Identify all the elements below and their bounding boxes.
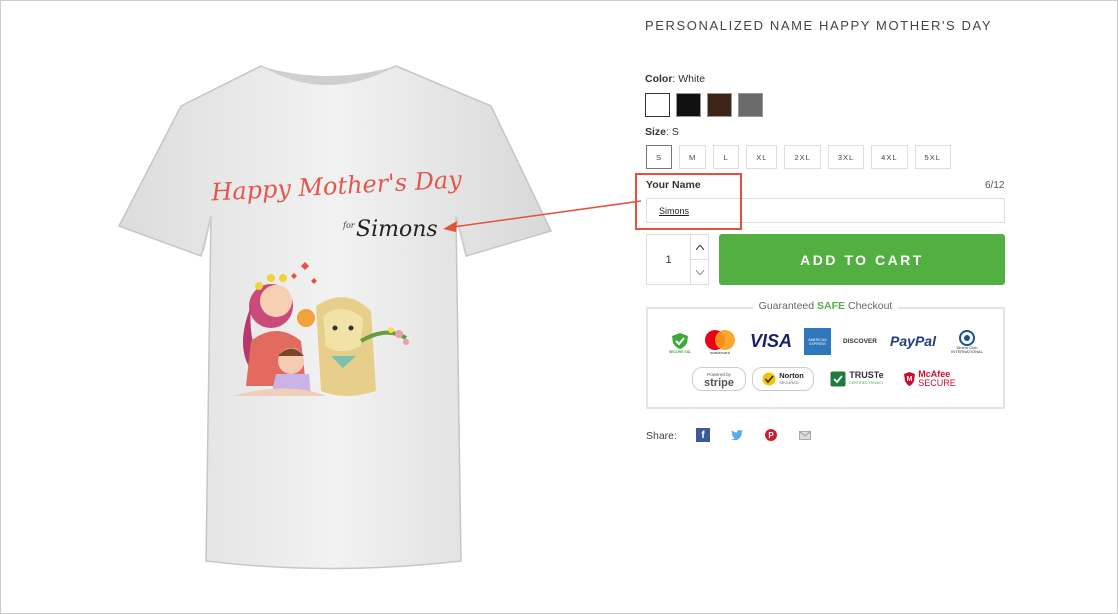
size-selected: S (671, 126, 679, 138)
paypal-icon: PayPal (890, 333, 936, 349)
size-label: Size: S (645, 126, 679, 138)
mastercard-icon: mastercard (702, 327, 738, 357)
size-option-3xl[interactable]: 3XL (827, 145, 865, 169)
size-options: S M L XL 2XL 3XL 4XL 5XL (646, 145, 951, 169)
name-char-count: 6/12 (985, 180, 1005, 191)
quantity-value[interactable]: 1 (647, 235, 691, 284)
mcafee-sub-text: SECURE (918, 378, 956, 388)
norton-sub-text: SECURED (779, 380, 799, 385)
shirt-text-name: Simons (356, 217, 438, 242)
size-option-s[interactable]: S (646, 145, 673, 169)
diners-club-text: Diners Club INTERNATIONAL (951, 344, 983, 354)
discover-icon: DISCOVER (843, 338, 877, 345)
size-option-xl[interactable]: XL (746, 145, 778, 169)
secure-ssl-text: SECURE SSL (668, 350, 692, 354)
safe-title-pre: Guaranteed (758, 300, 818, 312)
add-to-cart-button[interactable]: ADD TO CART (719, 234, 1005, 285)
safe-title-safe: SAFE (817, 300, 846, 312)
norton-icon: Norton SECURED (752, 367, 814, 391)
color-label: Color: White (645, 73, 706, 85)
size-option-m[interactable]: M (679, 145, 707, 169)
product-image: Happy Mother's Day for Simons (111, 56, 561, 576)
mastercard-text: mastercard (709, 349, 730, 355)
color-swatch-brown[interactable] (707, 93, 732, 117)
annotation-arrow (443, 200, 642, 232)
svg-text:P: P (768, 431, 774, 440)
email-icon[interactable] (798, 428, 812, 442)
pinterest-icon[interactable]: P (764, 428, 778, 442)
color-swatches (645, 93, 763, 117)
svg-text:M: M (907, 376, 913, 383)
mcafee-icon: M McAfee SECURE (900, 367, 960, 391)
facebook-icon[interactable]: f (696, 428, 710, 442)
color-selected: White (678, 73, 706, 85)
truste-sub-text: CERTIFIED PRIVACY (849, 381, 884, 385)
amex-icon: AMERICAN EXPRESS (804, 328, 831, 355)
color-swatch-white[interactable] (645, 93, 670, 117)
truste-icon: TRUSTe CERTIFIED PRIVACY (822, 367, 892, 391)
shirt-text-for: for (342, 221, 356, 230)
size-option-l[interactable]: L (713, 145, 740, 169)
annotation-highlight-box (635, 173, 742, 230)
stripe-text: stripe (704, 377, 734, 389)
share-label: Share: (646, 430, 677, 442)
truste-text: TRUSTe (849, 370, 884, 380)
color-swatch-black[interactable] (676, 93, 701, 117)
size-option-2xl[interactable]: 2XL (784, 145, 821, 169)
color-swatch-gray[interactable] (738, 93, 763, 117)
color-label-text: Color (645, 73, 673, 85)
secure-ssl-icon: SECURE SSL (668, 329, 692, 357)
size-label-text: Size (645, 126, 667, 138)
norton-text: Norton (779, 371, 804, 380)
safe-title-post: Checkout (845, 300, 893, 312)
size-option-5xl[interactable]: 5XL (914, 145, 951, 169)
quantity-down-icon[interactable] (691, 260, 708, 284)
quantity-up-icon[interactable] (691, 235, 708, 260)
twitter-icon[interactable] (730, 428, 744, 442)
safe-checkout-box: Guaranteed SAFE Checkout SECURE SSL mast… (646, 300, 1005, 409)
diners-club-icon: Diners Club INTERNATIONAL (946, 327, 988, 357)
visa-icon: VISA (749, 330, 792, 351)
quantity-stepper: 1 (646, 234, 709, 285)
product-title: PERSONALIZED NAME HAPPY MOTHER'S DAY (645, 18, 993, 33)
safe-checkout-title: Guaranteed SAFE Checkout (648, 300, 1003, 312)
size-option-4xl[interactable]: 4XL (871, 145, 908, 169)
stripe-icon: Powered by stripe (692, 367, 746, 391)
